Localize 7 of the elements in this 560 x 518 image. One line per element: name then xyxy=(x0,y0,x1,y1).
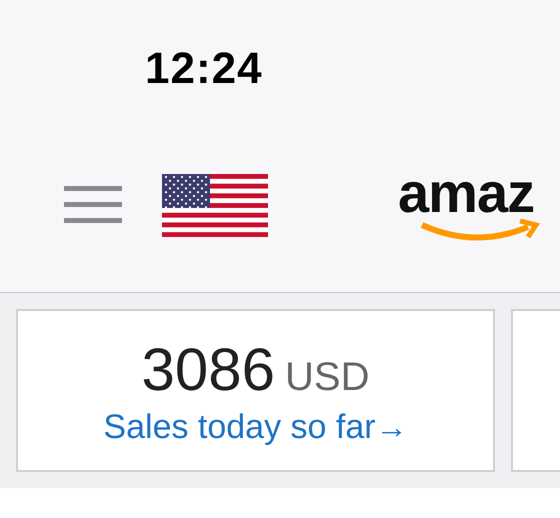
menu-icon[interactable] xyxy=(64,186,122,224)
sales-value: 3086 xyxy=(142,334,276,404)
sales-link[interactable]: Sales today so far→ xyxy=(103,408,408,446)
flag-icon[interactable] xyxy=(162,174,268,236)
status-time: 12:24 xyxy=(145,44,263,94)
currency-label: USD xyxy=(285,354,370,400)
logo-wordmark: amaz xyxy=(398,165,534,221)
